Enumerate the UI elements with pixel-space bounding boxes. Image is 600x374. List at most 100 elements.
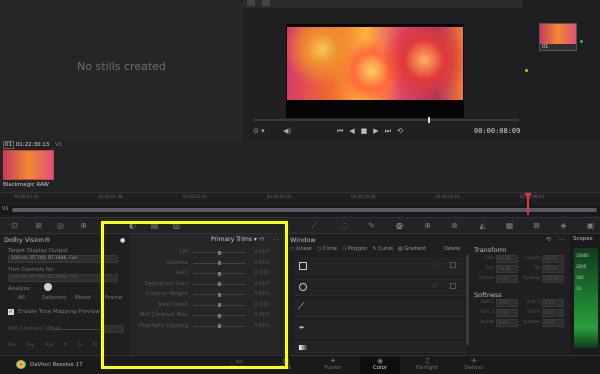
window-tools: ▭ Linear ○ Circle ⬠ Polygon ✎ Curve ▧ Gr… [290,246,426,252]
zoom-icon[interactable]: ⊙ ▾ [253,127,265,135]
transform-value-field[interactable]: 50.00 [496,255,518,263]
transform-label: Tilt [533,266,540,271]
camera-raw-icon[interactable]: ⊡ [10,221,19,230]
3d-icon[interactable]: ◈ [559,221,568,230]
circle-tool[interactable]: ○ Circle [317,246,337,252]
ruler-tick: 00:00:04:00 [266,194,292,199]
color-warper-icon[interactable]: ◌ [340,221,349,230]
softness-value-field[interactable]: 0.00 [542,319,564,327]
softness-label: Soft 2 [480,310,494,315]
ruler-ticks: 00:00:00:00 00:00:01:08 00:00:02:16 00:0… [14,194,544,199]
node-input-dot [525,69,528,72]
transform-value-field[interactable]: 50.00 [542,265,564,273]
softness-title: Softness [474,291,502,299]
transform-value-field[interactable]: 50.00 [542,255,564,263]
qualifier-icon[interactable]: ✎ [367,221,376,230]
pen-icon: ✒ [299,324,305,332]
transform-more-icon[interactable]: ⋯ [558,236,564,243]
davinci-resolve-color-page: No stills created ⊙ ▾ ◀) ⏮◀■▶⏭⟲ 00:00:08… [0,0,600,374]
rgb-mixer-icon[interactable]: ⊕ [79,221,88,230]
color-match-icon[interactable]: ⊞ [34,221,43,230]
nav-label: Fairlight [415,365,438,371]
softness-value-field[interactable]: 0.00 [496,309,518,317]
clip-name: Blackmagic RAW [3,182,49,188]
window-invert-icon[interactable]: ▷ [433,283,437,289]
circle-icon [299,283,307,291]
softness-value-field[interactable]: 1.00 [496,299,518,307]
gradient-tool[interactable]: ▧ Gradient [398,246,426,252]
viewer-header [243,0,523,8]
nav-deliver[interactable]: ✈ Deliver [454,357,494,374]
transform-value-field[interactable]: 50.00 [496,265,518,273]
metric-label: Fe [77,343,83,348]
curves-icon[interactable]: ⟋ [310,221,319,230]
mid-contrast-slider[interactable] [50,329,100,330]
softness-label: Outside [522,320,540,325]
nav-label: Fusion [324,365,342,371]
node-thumbnail [540,24,576,44]
curve-tool[interactable]: ✎ Curve [372,246,393,252]
trim-controls-label: Trim Controls for [8,267,54,273]
window-row[interactable] [295,299,467,317]
window-invert-icon[interactable]: ▷ [433,262,437,268]
deliver-icon: ✈ [471,357,477,365]
node-corrector[interactable]: 01 [539,23,577,51]
viewer-mode-icon[interactable] [247,0,255,6]
analyze-all-button[interactable]: All [18,295,25,301]
window-toggle[interactable] [450,262,456,268]
tracker-icon[interactable]: ⊕ [423,221,432,230]
scopes-toggle-icon[interactable]: ▣ [586,221,595,230]
line-icon: ⟋ [298,302,305,312]
blur-icon[interactable]: ◭ [478,221,487,230]
window-row[interactable] [295,341,467,353]
scope-level: 1000 [576,264,587,269]
softness-label: Soft 4 [526,310,540,315]
nav-fusion[interactable]: ✦ Fusion [313,357,353,374]
window-icon[interactable]: ◎ [395,221,404,230]
magic-mask-icon[interactable]: ⊗ [450,221,459,230]
volume-icon[interactable]: ◀) [283,127,291,135]
node-editor [523,0,600,140]
analyze-blend-button[interactable]: Blend [75,295,91,301]
color-wheels-icon[interactable]: ◎ [56,221,65,230]
delete-window-button[interactable]: Delete [444,246,460,252]
window-toggle[interactable] [450,283,456,289]
analyze-selected-button[interactable]: Selected [42,295,66,301]
transport-controls[interactable]: ⏮◀■▶⏭⟲ [337,127,409,136]
mouse-cursor [44,283,52,291]
app-name: DaVinci Resolve 17 [30,362,83,368]
linear-tool[interactable]: ▭ Linear [290,246,312,252]
scrubber-handle[interactable] [428,117,430,123]
softness-label: Inside [480,320,494,325]
softness-label: Soft 3 [526,300,540,305]
transform-value-field[interactable]: 100.00 [542,275,564,283]
transform-title: Transform [474,246,507,254]
scopes-title: Scopes [573,236,593,242]
viewer-scrubber[interactable] [253,119,519,121]
node-output-dot [580,40,583,43]
metric-label: Max [44,343,54,348]
nav-color[interactable]: ◉ Color [360,357,400,374]
window-row[interactable] [295,320,467,338]
polygon-tool[interactable]: ⬠ Polygon [342,246,368,252]
clips-strip [0,140,600,192]
window-scrollbar[interactable] [466,255,469,345]
viewer-layout-icon[interactable] [262,0,270,6]
clip-thumbnail[interactable] [3,150,54,180]
softness-value-field[interactable]: 0.00 [542,309,564,317]
transform-reset-icon[interactable]: ⟲ [546,236,551,243]
track-label: V1 [2,206,9,212]
gradient-label: Gradient [404,246,427,252]
timeline-clip-bar[interactable] [12,208,597,212]
window-row[interactable] [295,257,467,275]
node-label: 01 [542,44,549,50]
tone-mapping-checkbox[interactable]: ✓ [8,309,14,315]
softness-value-field[interactable]: 0.00 [542,299,564,307]
sizing-icon[interactable]: ⊠ [532,221,541,230]
softness-value-field[interactable]: 0.00 [496,319,518,327]
window-row[interactable] [295,278,467,296]
transform-value-field[interactable]: 0.00 [496,275,518,283]
ruler-tick: 00:00:05:08 [351,194,376,199]
nav-fairlight[interactable]: ♫ Fairlight [407,357,447,374]
key-icon[interactable]: ▦ [505,221,514,230]
